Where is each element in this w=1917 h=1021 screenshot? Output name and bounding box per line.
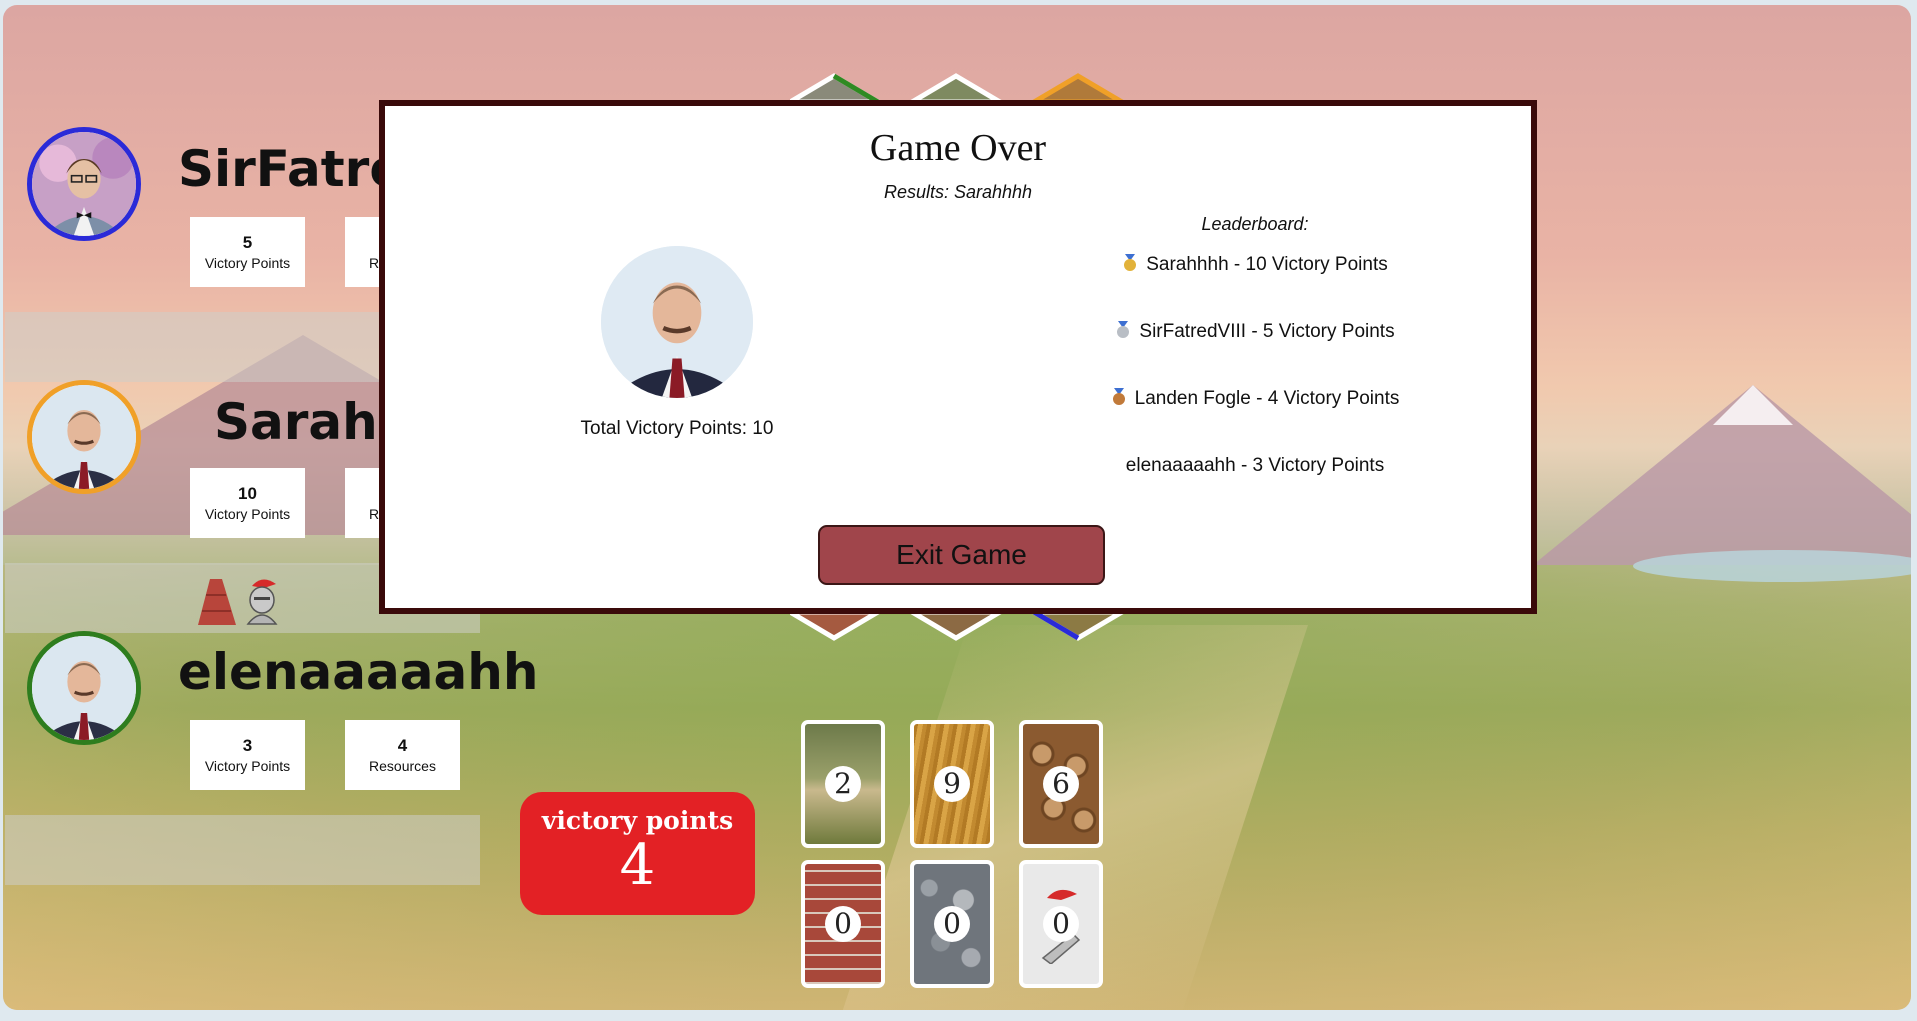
card-count: 0 bbox=[825, 906, 861, 942]
winner-avatar bbox=[601, 246, 753, 398]
lumber-card[interactable]: 6 bbox=[1019, 720, 1103, 848]
gold-medal-icon bbox=[1124, 254, 1137, 271]
victory-points-stat: 3 Victory Points bbox=[190, 720, 305, 790]
exit-game-button[interactable]: Exit Game bbox=[818, 525, 1105, 585]
victory-points-value: 3 bbox=[242, 736, 253, 755]
victory-points-stat: 5 Victory Points bbox=[190, 217, 305, 287]
results-text: Results: Sarahhhh bbox=[883, 182, 1033, 202]
sheep-card[interactable]: 2 bbox=[801, 720, 885, 848]
modal-title: Game Over bbox=[869, 127, 1047, 169]
leaderboard-entry: Landen Fogle - 4 Victory Points bbox=[1134, 388, 1400, 409]
game-over-modal: Game Over Results: Sarahhhh Total Victor… bbox=[379, 100, 1537, 614]
snow-peak bbox=[1713, 385, 1793, 425]
victory-points-box: victory points 4 bbox=[520, 792, 755, 915]
victory-points-value: 5 bbox=[242, 233, 253, 252]
victory-points-count: 4 bbox=[619, 833, 656, 898]
resources-value: 4 bbox=[397, 736, 408, 755]
bronze-medal-icon bbox=[1112, 388, 1125, 405]
card-count: 0 bbox=[1043, 906, 1079, 942]
card-count: 9 bbox=[934, 766, 970, 802]
player-photo-icon bbox=[32, 385, 136, 489]
player-photo-icon bbox=[32, 636, 136, 740]
card-count: 6 bbox=[1043, 766, 1079, 802]
victory-points-label: Victory Points bbox=[204, 255, 291, 271]
avatar[interactable] bbox=[27, 631, 141, 745]
wheat-card[interactable]: 9 bbox=[910, 720, 994, 848]
brick-card[interactable]: 0 bbox=[801, 860, 885, 988]
victory-points-value: 10 bbox=[238, 484, 257, 503]
leaderboard-title: Leaderboard: bbox=[1201, 214, 1309, 234]
leaderboard-row: SirFatredVIII - 5 Victory Points bbox=[1065, 321, 1445, 343]
leaderboard-entry: Sarahhhh - 10 Victory Points bbox=[1146, 254, 1388, 275]
silver-medal-icon bbox=[1117, 321, 1130, 338]
victory-points-label: Victory Points bbox=[204, 506, 291, 522]
avatar[interactable] bbox=[27, 380, 141, 494]
winner-photo-icon bbox=[601, 246, 753, 398]
avatar[interactable] bbox=[27, 127, 141, 241]
player-photo-icon bbox=[32, 132, 136, 236]
leaderboard-entry: elenaaaaahh - 3 Victory Points bbox=[1125, 455, 1385, 476]
player-name: elenaaaaahh bbox=[178, 643, 539, 701]
victory-points-title: victory points bbox=[541, 806, 734, 835]
hex-board-top bbox=[790, 73, 1127, 102]
resources-stat: 4 Resources bbox=[345, 720, 460, 790]
total-victory-points: Total Victory Points: 10 bbox=[580, 418, 774, 439]
card-count: 0 bbox=[934, 906, 970, 942]
road-piece-icon bbox=[198, 579, 236, 625]
victory-points-stat: 10 Victory Points bbox=[190, 468, 305, 538]
knight-development-card[interactable]: 0 bbox=[1019, 860, 1103, 988]
hex-board-bottom bbox=[790, 612, 1127, 641]
victory-points-label: Victory Points bbox=[204, 758, 291, 774]
leaderboard-entry: SirFatredVIII - 5 Victory Points bbox=[1139, 321, 1395, 342]
leaderboard-row: elenaaaaahh - 3 Victory Points bbox=[1065, 455, 1445, 477]
player-band bbox=[5, 815, 480, 885]
leaderboard-row: Sarahhhh - 10 Victory Points bbox=[1065, 254, 1445, 276]
knight-icon bbox=[246, 579, 278, 625]
ore-card[interactable]: 0 bbox=[910, 860, 994, 988]
card-count: 2 bbox=[825, 766, 861, 802]
leaderboard-row: Landen Fogle - 4 Victory Points bbox=[1065, 388, 1445, 410]
resources-label: Resources bbox=[369, 758, 436, 774]
